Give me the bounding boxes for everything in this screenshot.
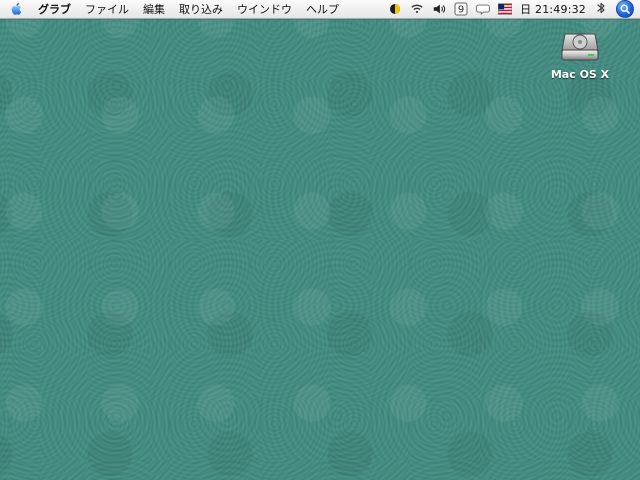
menu-app[interactable]: グラブ: [38, 1, 71, 17]
input-badge-text: 9: [458, 5, 464, 16]
desktop-item-mac-os-x[interactable]: Mac OS X: [548, 24, 612, 81]
menu-bar: グラブ ファイル 編集 取り込み ウインドウ ヘルプ 9 日 21:49:32: [0, 0, 640, 19]
menu-clock[interactable]: 日 21:49:32: [520, 1, 586, 17]
speech-bubble-icon[interactable]: [476, 2, 491, 16]
hard-drive-icon: [561, 33, 599, 61]
menu-edit[interactable]: 編集: [143, 1, 165, 17]
half-moon-icon[interactable]: [388, 2, 402, 16]
menu-help[interactable]: ヘルプ: [306, 1, 339, 17]
keyboard-badge-icon[interactable]: 9: [454, 2, 468, 16]
wifi-icon[interactable]: [410, 2, 424, 16]
us-flag-icon[interactable]: [498, 2, 513, 16]
apple-menu[interactable]: [8, 0, 26, 18]
menu-left: グラブ ファイル 編集 取り込み ウインドウ ヘルプ: [0, 0, 353, 18]
volume-icon[interactable]: [432, 2, 446, 16]
menu-file[interactable]: ファイル: [85, 1, 129, 17]
menu-window[interactable]: ウインドウ: [237, 1, 292, 17]
spotlight-button[interactable]: [616, 0, 634, 18]
search-icon: [620, 4, 630, 14]
desktop-item-label: Mac OS X: [550, 68, 610, 81]
bluetooth-icon[interactable]: [594, 2, 608, 16]
menu-capture[interactable]: 取り込み: [179, 1, 223, 17]
apple-icon: [11, 2, 22, 15]
desktop[interactable]: グラブ ファイル 編集 取り込み ウインドウ ヘルプ 9 日 21:49:32 …: [0, 0, 640, 480]
menu-right: 9 日 21:49:32: [388, 0, 640, 18]
